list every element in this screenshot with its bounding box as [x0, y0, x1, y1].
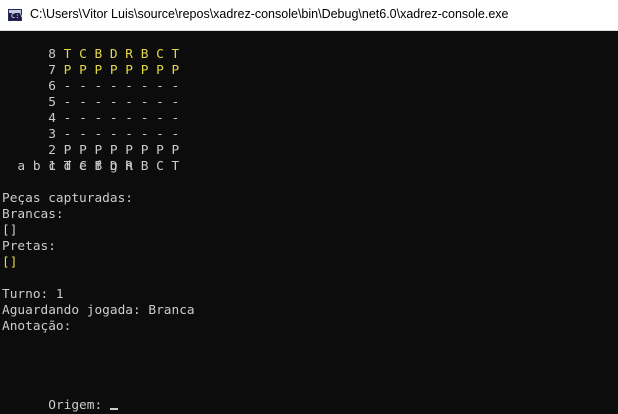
board-rank-3: 3 - - - - - - - - [2, 111, 179, 142]
board-rank-6: 6 - - - - - - - - [2, 63, 179, 94]
board-rank-7: 7 P P P P P P P P [2, 47, 179, 78]
board-rank-8: 8 T C B D R B C T [2, 31, 179, 62]
board-rank-1: 1 T C B D R B C T [2, 143, 179, 174]
captured-heading: Peças capturadas: [2, 191, 133, 206]
text-cursor[interactable] [109, 408, 118, 410]
title-bar[interactable]: C:\ C:\Users\Vitor Luis\source\repos\xad… [0, 0, 618, 31]
board-rank-5: 5 - - - - - - - - [2, 79, 179, 110]
origin-prompt-line[interactable]: Origem: [2, 382, 118, 413]
board-rank-2: 2 P P P P P P P P [2, 127, 179, 158]
turn-counter: Turno: 1 [2, 287, 64, 302]
console-output[interactable]: 8 T C B D R B C T 7 P P P P P P P P 6 - … [0, 31, 618, 414]
board-file-labels: a b c d e f g h [2, 159, 133, 174]
captured-black-list: [] [2, 255, 18, 270]
waiting-player: Aguardando jogada: Branca [2, 303, 195, 318]
window-title: C:\Users\Vitor Luis\source\repos\xadrez-… [30, 7, 509, 21]
console-app-icon[interactable]: C:\ [8, 9, 24, 21]
captured-white-list: [] [2, 223, 18, 238]
captured-black-label: Pretas: [2, 239, 56, 254]
icon-glyph: C:\ [11, 12, 24, 20]
captured-white-label: Brancas: [2, 207, 64, 222]
board-rank-4: 4 - - - - - - - - [2, 95, 179, 126]
origin-prompt-label: Origem: [48, 398, 110, 413]
console-window: C:\ C:\Users\Vitor Luis\source\repos\xad… [0, 0, 618, 414]
notation-label: Anotação: [2, 319, 72, 334]
